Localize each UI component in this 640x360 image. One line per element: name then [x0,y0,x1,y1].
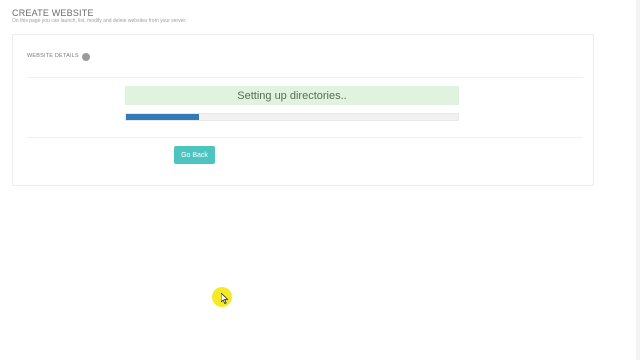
page-title: CREATE WEBSITE [12,8,94,18]
status-text: Setting up directories.. [237,89,347,102]
page-scrollbar[interactable] [636,0,640,360]
divider [27,137,583,138]
card-heading: WEBSITE DETAILS [27,53,79,59]
divider [27,77,583,78]
go-back-button[interactable]: Go Back [174,146,215,164]
create-website-page: CREATE WEBSITE On this page you can laun… [0,0,640,360]
progress-fill [126,114,200,120]
progress-bar [125,113,459,121]
page-subtitle: On this page you can launch, list, modif… [12,18,187,24]
info-dot-icon [82,53,90,61]
website-details-card: WEBSITE DETAILS Setting up directories..… [12,34,594,186]
mouse-cursor-icon [221,293,229,304]
status-message: Setting up directories.. [125,86,459,105]
